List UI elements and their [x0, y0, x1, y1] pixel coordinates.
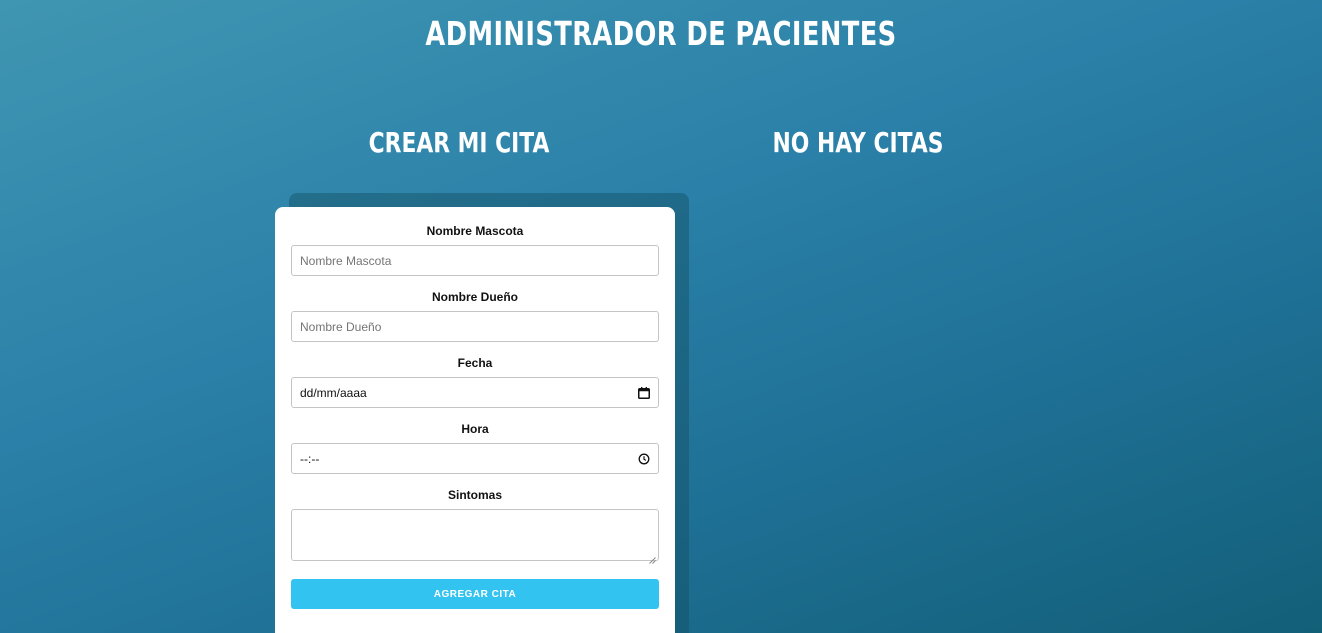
- clock-icon[interactable]: [638, 453, 650, 465]
- date-input[interactable]: dd/mm/aaaa: [291, 377, 659, 408]
- time-label: Hora: [461, 422, 489, 436]
- symptoms-textarea[interactable]: [291, 509, 659, 564]
- calendar-icon[interactable]: [638, 386, 650, 399]
- add-appointment-button[interactable]: AGREGAR CITA: [291, 579, 659, 609]
- date-label: Fecha: [457, 356, 493, 370]
- resize-handle-icon[interactable]: [649, 551, 656, 564]
- page-title: ADMINISTRADOR DE PACIENTES: [425, 14, 897, 53]
- symptoms-label: Sintomas: [447, 488, 502, 502]
- pet-name-label: Nombre Mascota: [426, 224, 524, 238]
- owner-name-input[interactable]: Nombre Dueño: [291, 311, 659, 342]
- form-section-heading: CREAR MI CITA: [368, 126, 550, 159]
- appointments-section-heading: NO HAY CITAS: [772, 126, 944, 159]
- time-value: --:--: [300, 451, 320, 466]
- pet-name-input[interactable]: Nombre Mascota: [291, 245, 659, 276]
- date-value: dd/mm/aaaa: [300, 385, 367, 400]
- owner-name-placeholder: Nombre Dueño: [300, 319, 382, 334]
- owner-name-label: Nombre Dueño: [431, 290, 518, 304]
- appointment-form: Nombre Mascota Nombre Mascota Nombre Due…: [275, 207, 675, 633]
- time-input[interactable]: --:--: [291, 443, 659, 474]
- pet-name-placeholder: Nombre Mascota: [300, 253, 392, 268]
